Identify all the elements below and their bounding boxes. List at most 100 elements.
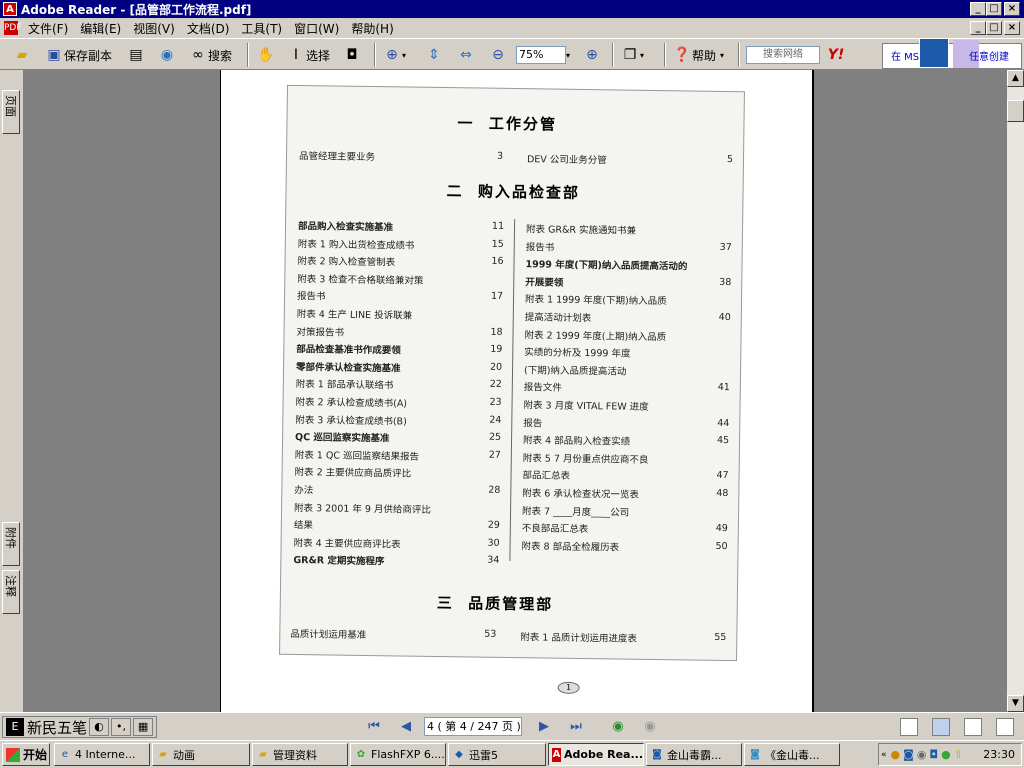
msn-panel[interactable]: 在 MS 任意创建 (882, 38, 1022, 69)
last-page-button[interactable]: ⏭ (566, 718, 586, 736)
ime-name: 新民五笔 (27, 718, 88, 737)
yahoo-button[interactable]: Y! (826, 44, 846, 66)
menu-edit[interactable]: 编辑(E) (74, 20, 127, 37)
fit-width-button[interactable]: ⇔ (456, 44, 476, 66)
menu-view[interactable]: 视图(V) (127, 20, 181, 37)
continuous-layout-button[interactable] (932, 718, 950, 736)
zoom-out-button[interactable]: ⊖ (488, 44, 508, 66)
go-forward-button[interactable]: ◉ (640, 718, 660, 736)
email-globe-icon: ◉ (160, 47, 174, 63)
antivirus-icon[interactable]: ◘ (929, 748, 938, 761)
toc-entry: 附表 4 主要供应商评比表 (293, 537, 401, 551)
task-adobe-reader[interactable]: A Adobe Rea... (548, 743, 644, 766)
section-heading: 二 购入品检查部 (446, 182, 581, 202)
menu-tools[interactable]: 工具(T) (235, 20, 288, 37)
task-management[interactable]: ▰ 管理资料 (252, 743, 348, 766)
camera-icon: ◘ (346, 47, 358, 63)
facing-layout-button[interactable] (964, 718, 982, 736)
snapshot-button[interactable]: ◘ (342, 44, 362, 66)
first-page-button[interactable]: ⏮ (364, 718, 384, 736)
punctuation-icon[interactable]: •, (111, 718, 132, 736)
actual-size-button[interactable]: ⇕ (424, 44, 444, 66)
task-internet-explorer[interactable]: e4 Interne... (54, 743, 150, 766)
select-tool-button[interactable]: Ⅰ 选择 (286, 44, 330, 66)
toc-page-number: 5 (726, 153, 734, 166)
menu-document[interactable]: 文档(D) (181, 20, 236, 37)
menu-window[interactable]: 窗口(W) (288, 20, 345, 37)
network-icon[interactable]: ◙ (903, 748, 914, 761)
zoom-tool-button[interactable]: ⊕ ▾ (382, 44, 406, 66)
task-thunder[interactable]: ◆ 迅雷5 (448, 743, 546, 766)
toc-entry: 附表 8 部品全检履历表 (521, 540, 620, 554)
open-button[interactable]: ▰ (12, 44, 32, 66)
toc-page-number: 53 (484, 628, 497, 640)
maximize-button[interactable]: □ (986, 2, 1002, 16)
rotate-button[interactable]: ❐ ▾ (620, 44, 644, 66)
hand-tool-button[interactable]: ✋ (256, 44, 276, 66)
email-button[interactable]: ◉ (157, 44, 177, 66)
ime-toolbar[interactable]: E 新民五笔 ◐ •, ▦ (2, 716, 158, 738)
doc-close-button[interactable]: × (1004, 21, 1020, 35)
task-flashfxp[interactable]: ✿ FlashFXP 6.... (350, 743, 446, 766)
zoom-level-input[interactable]: 75% (516, 46, 566, 64)
save-copy-button[interactable]: ▣ 保存副本 (44, 44, 112, 66)
zoom-in-button[interactable]: ⊕ (582, 44, 602, 66)
tab-comments[interactable]: 注释 (2, 570, 20, 614)
floppy-disk-icon: ▣ (47, 47, 61, 63)
scroll-up-button[interactable]: ▲ (1007, 70, 1024, 87)
search-web-input[interactable]: 搜索网络 (746, 46, 820, 64)
help-button[interactable]: ❓ 帮助 ▾ (672, 44, 724, 66)
print-button[interactable]: ▤ (126, 44, 146, 66)
volume-icon[interactable]: ◉ (917, 748, 927, 761)
close-button[interactable]: × (1004, 2, 1020, 16)
vertical-scrollbar[interactable]: ▲ ▼ (1007, 70, 1024, 712)
toc-entry: 附表 1 部品承认联络书 (295, 379, 394, 392)
task-animation[interactable]: ▰ 动画 (152, 743, 250, 766)
toc-entry: DEV 公司业务分管 (526, 154, 607, 167)
document-viewport[interactable]: 一 工作分管 品管经理主要业务 3 DEV 公司业务分管 5 二 购入品检查部 部品购… (25, 70, 1007, 712)
folder-icon: ▰ (259, 748, 267, 760)
arrow-up-icon[interactable]: ⇧ (954, 748, 963, 761)
adobe-reader-icon: A (552, 747, 561, 762)
menu-file[interactable]: 文件(F) (22, 20, 74, 37)
browser-page-icon: ◙ (652, 748, 662, 760)
section-heading: 三 品质管理部 (436, 593, 554, 614)
toc-page-number: 38 (719, 276, 732, 288)
toc-page-number: 15 (491, 238, 504, 250)
magnifier-icon: ⊕ (386, 47, 398, 63)
continuous-facing-layout-button[interactable] (996, 718, 1014, 736)
toc-entry: 附表 3 检查不合格联络兼对策 (297, 273, 424, 287)
update-icon[interactable]: ● (941, 748, 951, 761)
tab-pages[interactable]: 页面 (2, 90, 20, 134)
tab-pages-label: 页面 (4, 95, 17, 117)
go-back-button[interactable]: ◉ (608, 718, 628, 736)
toc-entry: 零部件承认检查实施基准 (295, 361, 401, 375)
doc-minimize-button[interactable]: _ (970, 21, 986, 35)
menu-help[interactable]: 帮助(H) (345, 20, 399, 37)
qq-icon[interactable]: ● (891, 748, 901, 761)
zoom-dropdown[interactable]: ▾ (566, 44, 570, 66)
pdf-page: 一 工作分管 品管经理主要业务 3 DEV 公司业务分管 5 二 购入品检查部 部品购… (220, 70, 814, 712)
page-number-input[interactable]: 4 ( 第 4 / 247 页 ) (424, 717, 522, 736)
single-page-layout-button[interactable] (900, 718, 918, 736)
previous-page-button[interactable]: ◀ (396, 718, 416, 736)
keyboard-icon[interactable]: ▦ (133, 718, 154, 736)
hand-icon: ✋ (257, 47, 275, 63)
task-kingsoft-2[interactable]: ◙ 《金山毒... (744, 743, 840, 766)
minimize-button[interactable]: _ (970, 2, 986, 16)
search-button[interactable]: ∞ 搜索 (188, 44, 232, 66)
next-page-button[interactable]: ▶ (534, 718, 554, 736)
scanned-toc: 一 工作分管 品管经理主要业务 3 DEV 公司业务分管 5 二 购入品检查部 部品购… (279, 84, 745, 694)
scroll-thumb[interactable] (1007, 100, 1024, 122)
tray-expand-icon[interactable]: « (881, 750, 887, 760)
tab-attachments[interactable]: 附件 (2, 522, 20, 566)
moon-icon[interactable]: ◐ (89, 718, 110, 736)
task-kingsoft-1[interactable]: ◙ 金山毒霸... (646, 743, 742, 766)
scroll-down-button[interactable]: ▼ (1007, 695, 1024, 712)
toolbar-separator (247, 43, 249, 67)
pdf-doc-icon[interactable]: PDF (4, 21, 22, 35)
tab-comments-label: 注释 (4, 575, 17, 597)
start-button[interactable]: 开始 (2, 743, 50, 766)
doc-restore-button[interactable]: □ (986, 21, 1002, 35)
toc-entry: 不良部品汇总表 (521, 523, 589, 536)
